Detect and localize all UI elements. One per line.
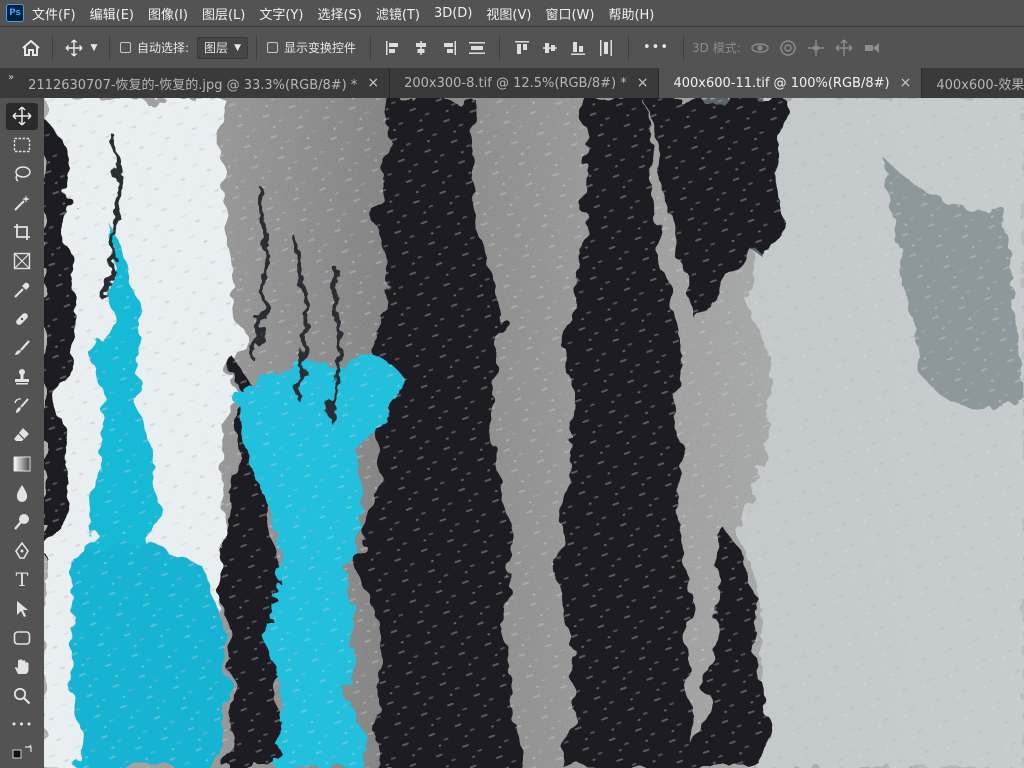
separator [370,35,371,60]
distribute-vertical-icon[interactable] [466,37,488,59]
rectangular-marquee-icon[interactable] [6,131,38,159]
tab-title: 400x600-效果图-咖啡色 [936,77,1024,93]
align-left-edges-icon[interactable] [382,37,404,59]
auto-select-dropdown[interactable]: 图层 ▼ [197,36,248,59]
align-right-edges-icon[interactable] [438,37,460,59]
document-tab[interactable]: 400x600-效果图-咖啡色 [922,68,1024,98]
collapse-panels-icon[interactable]: » [0,68,14,98]
blur-icon[interactable] [6,479,38,507]
auto-select-checkbox[interactable] [120,42,131,53]
menu-window[interactable]: 窗口(W) [545,4,594,23]
menu-type[interactable]: 文字(Y) [259,4,303,23]
show-transform-label: 显示变换控件 [283,41,356,55]
document-tab-active[interactable]: 400x600-11.tif @ 100%(RGB/8#) × [659,68,923,98]
photoshop-logo-icon[interactable]: Ps [6,4,24,22]
separator [628,35,629,60]
magic-wand-icon[interactable] [6,189,38,217]
align-horizontal-centers-icon[interactable] [410,37,432,59]
menu-3d[interactable]: 3D(D) [434,6,472,21]
tab-title: 200x300-8.tif @ 12.5%(RGB/8#) * [404,75,627,91]
move-tool-icon[interactable] [6,102,38,131]
document-tab[interactable]: 200x300-8.tif @ 12.5%(RGB/8#) * × [390,68,660,98]
more-options-button[interactable]: ••• [643,40,669,55]
menu-image[interactable]: 图像(I) [148,4,188,23]
document-canvas[interactable] [44,98,1024,768]
show-transform-checkbox[interactable] [266,42,278,53]
close-icon[interactable]: × [367,75,379,91]
type-icon[interactable]: T [6,566,38,594]
separator [683,35,685,60]
separator [52,35,53,60]
menu-edit[interactable]: 编辑(E) [90,4,134,23]
chevron-down-icon[interactable]: ▼ [87,35,101,61]
distribute-horizontal-icon[interactable] [595,37,617,59]
tab-title: 400x600-11.tif @ 100%(RGB/8#) [673,75,890,91]
separator [109,35,110,60]
history-brush-icon[interactable] [6,392,38,420]
eraser-icon[interactable] [6,421,38,449]
path-selection-icon[interactable] [6,595,38,623]
close-icon[interactable]: × [900,75,912,91]
separator [499,35,500,60]
auto-select-label: 自动选择: [137,41,190,55]
tab-title: 2112630707-恢复的-恢复的.jpg @ 33.3%(RGB/8#) * [28,77,358,93]
menu-filter[interactable]: 滤镜(T) [376,4,420,23]
home-icon[interactable] [18,35,44,61]
3d-orbit-icon[interactable] [749,37,771,59]
dodge-icon[interactable] [6,508,38,536]
edit-toolbar-icon[interactable]: ••• [6,711,38,739]
menu-file[interactable]: 文件(F) [32,4,76,23]
gradient-icon[interactable] [6,450,38,478]
tools-panel: T ••• [0,98,44,768]
align-top-edges-icon[interactable] [511,37,533,59]
3d-scale-icon[interactable] [861,37,883,59]
lasso-icon[interactable] [6,160,38,188]
eyedropper-icon[interactable] [6,276,38,304]
hand-icon[interactable] [6,653,38,681]
rectangle-shape-icon[interactable] [6,624,38,652]
document-tab[interactable]: 2112630707-恢复的-恢复的.jpg @ 33.3%(RGB/8#) *… [14,68,391,98]
chevron-down-icon: ▼ [234,42,241,53]
menu-select[interactable]: 选择(S) [317,4,361,23]
3d-slide-icon[interactable] [833,37,855,59]
3d-pan-icon[interactable] [805,37,827,59]
3d-mode-label: 3D 模式: [692,41,741,55]
menu-bar: Ps 文件(F) 编辑(E) 图像(I) 图层(L) 文字(Y) 选择(S) 滤… [0,0,1024,26]
align-vertical-centers-icon[interactable] [539,37,561,59]
3d-roll-icon[interactable] [777,37,799,59]
foreground-background-colors-icon[interactable] [6,739,38,767]
document-tab-bar: » 2112630707-恢复的-恢复的.jpg @ 33.3%(RGB/8#)… [0,68,1024,98]
move-tool-preset-icon[interactable] [61,35,87,61]
zoom-icon[interactable] [6,682,38,710]
align-bottom-edges-icon[interactable] [567,37,589,59]
clone-stamp-icon[interactable] [6,363,38,391]
menu-help[interactable]: 帮助(H) [608,4,654,23]
healing-brush-icon[interactable] [6,305,38,333]
separator [255,35,257,60]
menu-view[interactable]: 视图(V) [486,4,531,23]
brush-icon[interactable] [6,334,38,362]
frame-icon[interactable] [6,247,38,275]
pen-icon[interactable] [6,537,38,565]
crop-icon[interactable] [6,218,38,246]
auto-select-value: 图层 [204,41,229,55]
artwork-image [44,98,1024,768]
menu-layer[interactable]: 图层(L) [202,4,245,23]
options-bar: ▼ 自动选择: 图层 ▼ 显示变换控件 ••• 3D 模式: [0,26,1024,68]
close-icon[interactable]: × [637,75,649,91]
